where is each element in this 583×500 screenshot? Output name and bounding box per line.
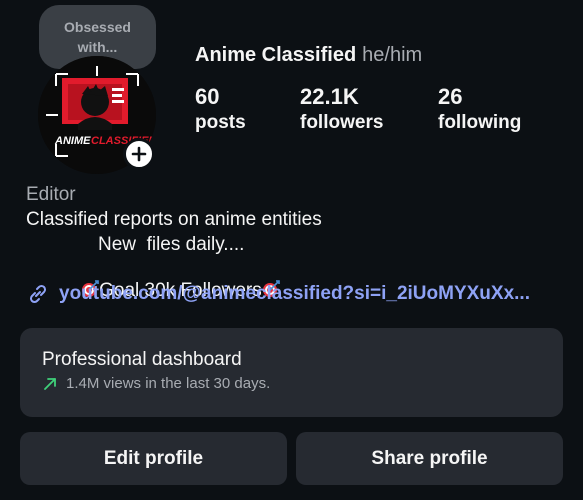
- share-profile-label: Share profile: [371, 447, 488, 469]
- note-line-1: Obsessed: [64, 19, 131, 35]
- posts-count: 60: [195, 84, 220, 109]
- following-label: following: [438, 112, 522, 133]
- stat-posts[interactable]: 60 posts: [195, 84, 246, 136]
- stat-following[interactable]: 26 following: [438, 84, 521, 136]
- edit-profile-label: Edit profile: [103, 447, 204, 469]
- profile-name-row: Anime Classified he/him: [195, 44, 422, 67]
- profile-category: Editor: [26, 184, 76, 205]
- logo-text-white: ANIME: [54, 135, 91, 147]
- dashboard-title: Professional dashboard: [42, 349, 242, 370]
- bio-line-2: New files daily....: [98, 234, 245, 255]
- trending-up-arrow-icon: [42, 376, 58, 392]
- profile-page: Obsessed with... ANIME CLASSIFIED Anime …: [0, 0, 583, 500]
- following-count: 26: [438, 84, 463, 109]
- edit-profile-button[interactable]: Edit profile: [20, 432, 287, 485]
- link-icon: [26, 282, 50, 306]
- posts-label: posts: [195, 112, 246, 133]
- dashboard-subtitle: 1.4M views in the last 30 days.: [66, 375, 271, 392]
- followers-count: 22.1K: [300, 84, 359, 109]
- plus-icon: [131, 146, 147, 162]
- stat-followers[interactable]: 22.1K followers: [300, 84, 383, 136]
- pronouns: he/him: [362, 44, 423, 66]
- followers-label: followers: [300, 112, 384, 133]
- share-profile-button[interactable]: Share profile: [296, 432, 563, 485]
- profile-link[interactable]: youtube.com/@animeclassified?si=i_2iUoMY…: [26, 282, 530, 306]
- link-text: youtube.com/@animeclassified?si=i_2iUoMY…: [59, 283, 530, 304]
- display-name: Anime Classified: [195, 44, 357, 66]
- note-line-2: with...: [77, 39, 118, 55]
- bio-line-1: Classified reports on anime entities: [26, 209, 322, 230]
- professional-dashboard-card[interactable]: Professional dashboard 1.4M views in the…: [20, 328, 563, 417]
- add-story-button[interactable]: [123, 138, 155, 170]
- dashboard-subtitle-row: 1.4M views in the last 30 days.: [42, 375, 541, 392]
